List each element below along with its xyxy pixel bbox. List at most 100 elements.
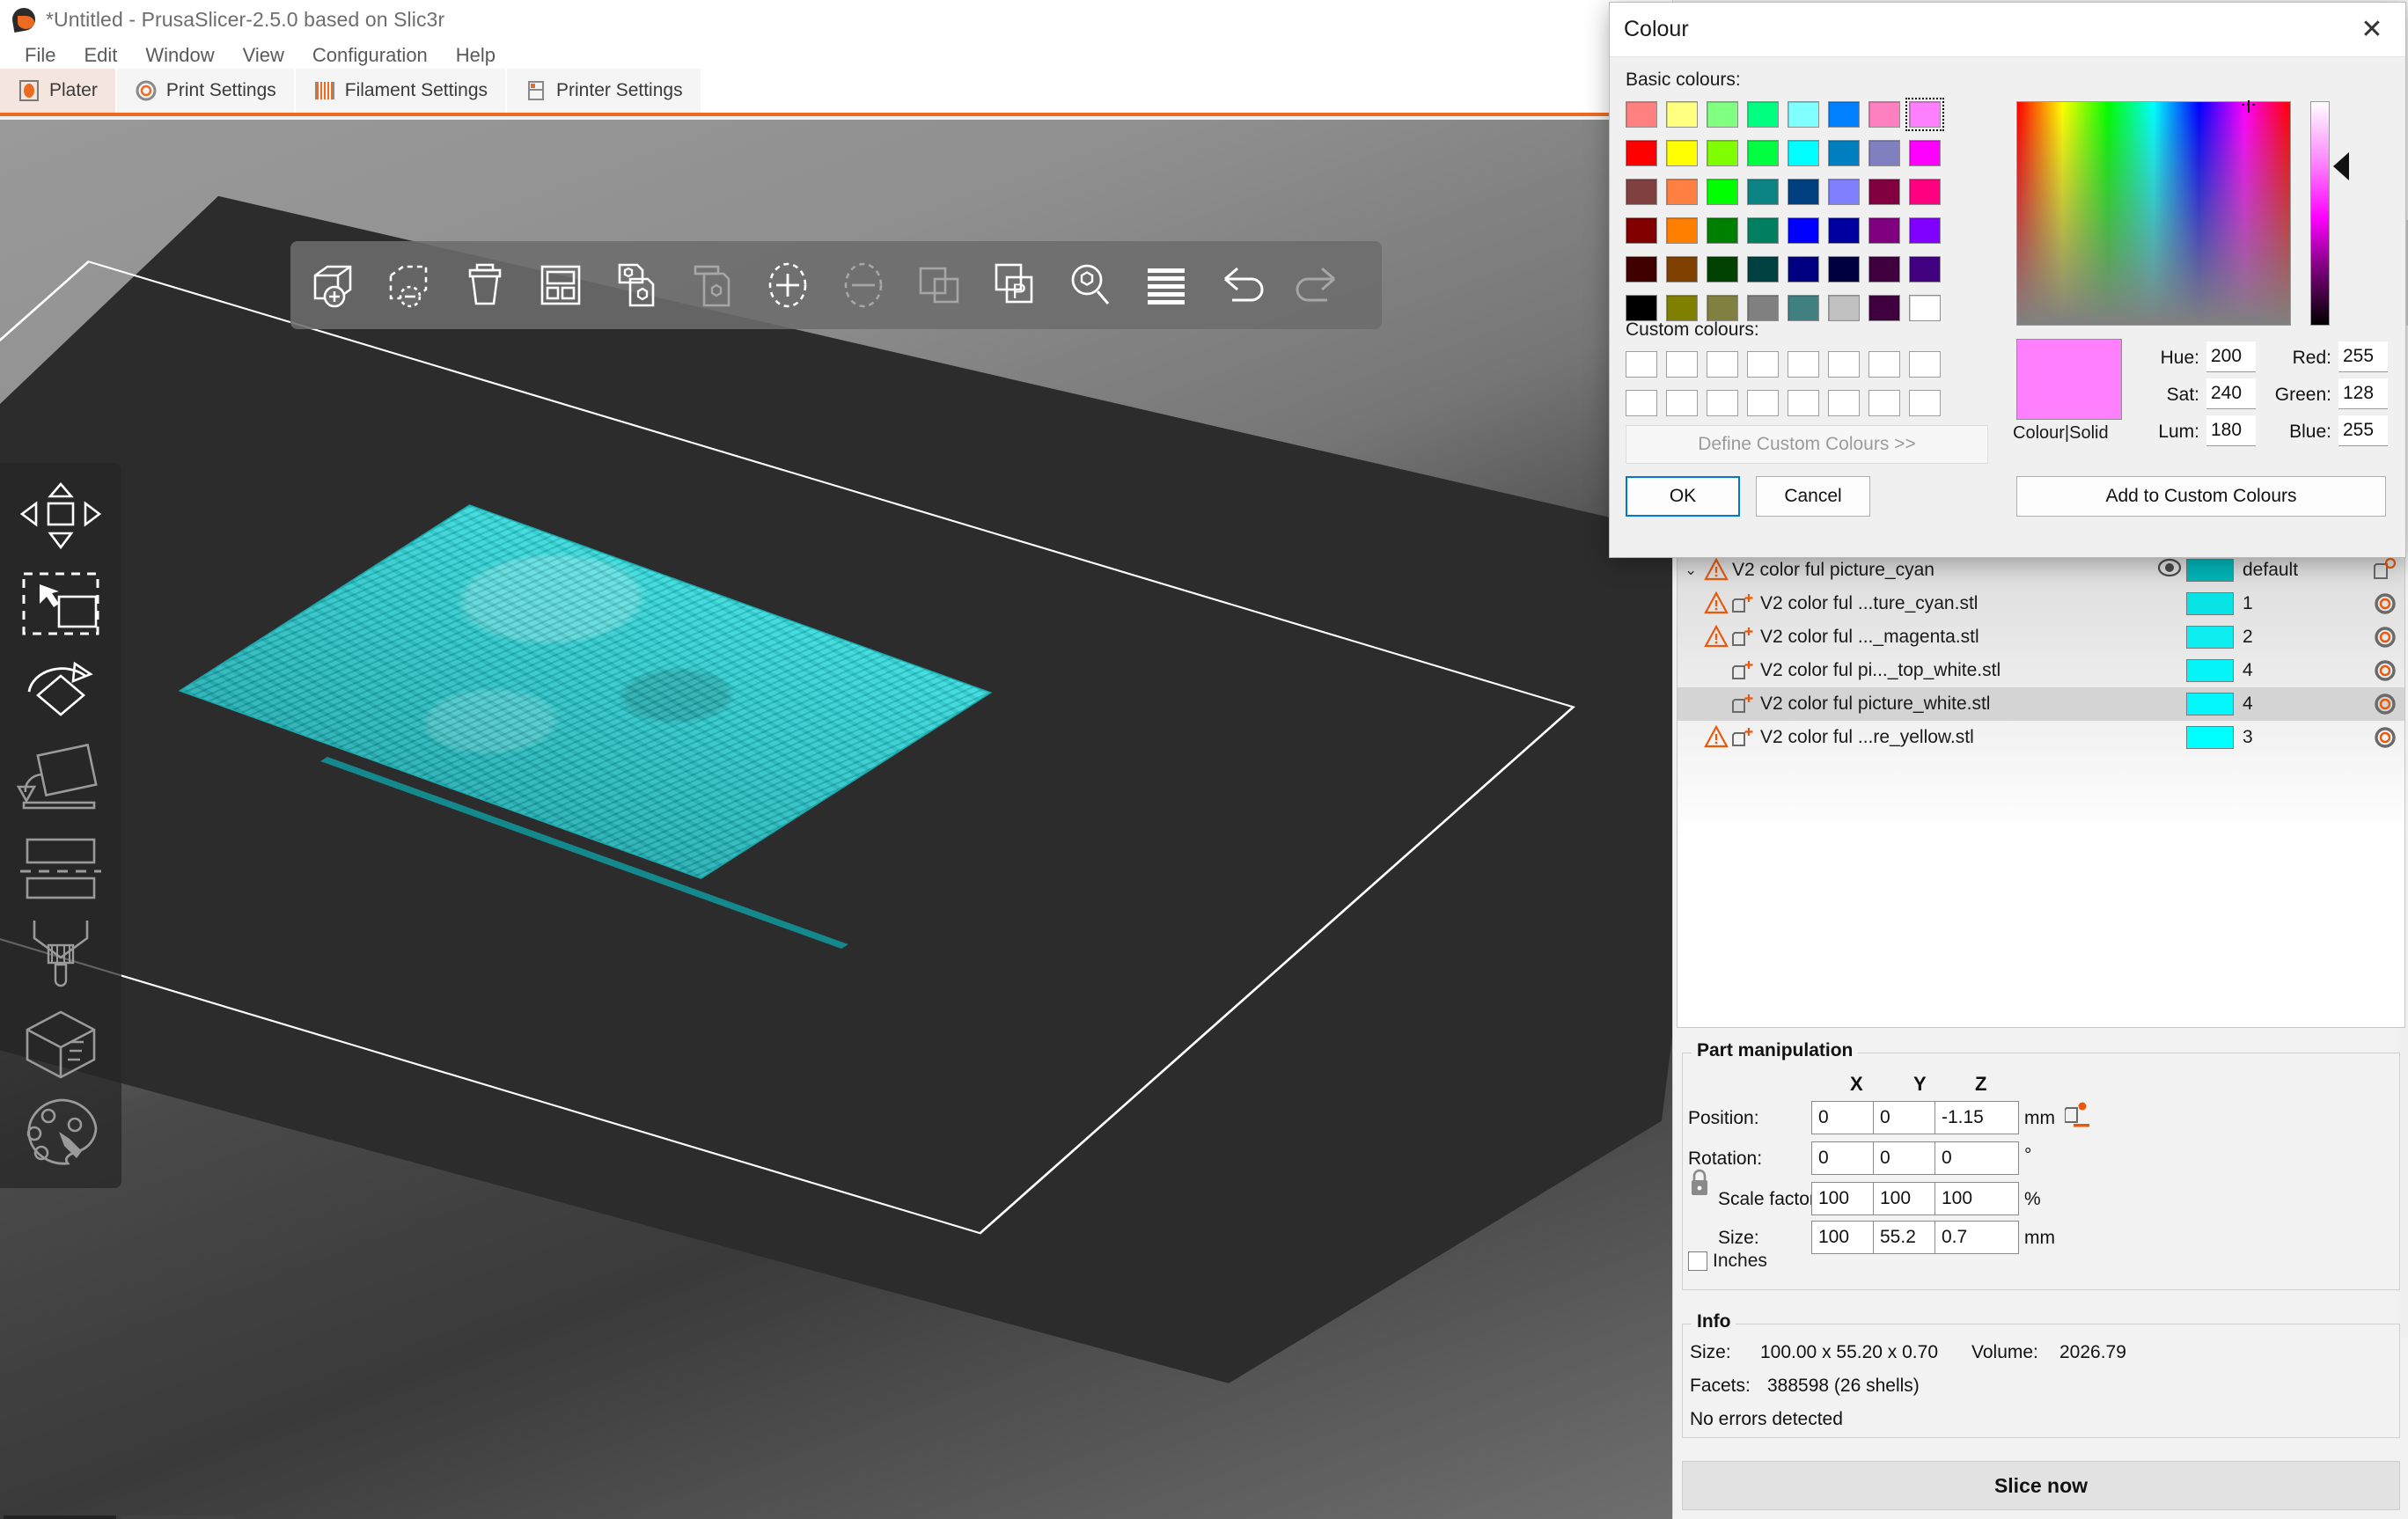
green-input[interactable]: 128: [2338, 378, 2388, 409]
basic-colour-swatch[interactable]: [1868, 256, 1900, 283]
extruder-value[interactable]: default: [2234, 560, 2366, 581]
part-settings-gear-icon[interactable]: [2366, 725, 2404, 750]
inches-checkbox[interactable]: [1688, 1251, 1707, 1271]
custom-colour-swatch[interactable]: [1707, 351, 1738, 378]
close-icon[interactable]: ✕: [2353, 14, 2391, 45]
search-icon[interactable]: [1053, 246, 1128, 325]
custom-colour-swatch[interactable]: [1868, 390, 1900, 416]
editor-view-button[interactable]: [4, 1515, 116, 1519]
part-settings-gear-icon[interactable]: [2366, 625, 2404, 649]
basic-colour-swatch[interactable]: [1788, 256, 1819, 283]
custom-colour-swatch[interactable]: [1828, 390, 1860, 416]
basic-colour-swatch[interactable]: [1909, 179, 1941, 205]
tab-printer-settings[interactable]: Printer Settings: [507, 69, 702, 113]
basic-colour-swatch[interactable]: [1626, 217, 1657, 244]
menu-help[interactable]: Help: [442, 41, 510, 70]
menu-window[interactable]: Window: [131, 41, 228, 70]
sat-input[interactable]: 240: [2206, 378, 2256, 409]
basic-colour-swatch[interactable]: [1707, 101, 1738, 128]
part-settings-gear-icon[interactable]: [2366, 658, 2404, 683]
custom-colour-swatch[interactable]: [1909, 351, 1941, 378]
inches-checkbox-row[interactable]: Inches: [1688, 1251, 1767, 1272]
basic-colour-swatch[interactable]: [1707, 179, 1738, 205]
basic-colour-swatch[interactable]: [1626, 101, 1657, 128]
define-custom-colours-button[interactable]: Define Custom Colours >>: [1626, 425, 1988, 464]
basic-colour-swatch[interactable]: [1909, 256, 1941, 283]
basic-colour-swatch[interactable]: [1868, 295, 1900, 321]
basic-colour-swatch[interactable]: [1666, 101, 1698, 128]
extruder-value[interactable]: 2: [2234, 627, 2366, 648]
basic-colour-swatch[interactable]: [1666, 256, 1698, 283]
custom-colour-swatch[interactable]: [1747, 351, 1779, 378]
table-row[interactable]: V2 color ful ...re_yellow.stl 3: [1678, 721, 2404, 754]
basic-colour-swatch[interactable]: [1747, 179, 1779, 205]
basic-colour-swatch[interactable]: [1626, 179, 1657, 205]
delete-object-icon[interactable]: [371, 246, 447, 325]
custom-colour-swatch[interactable]: [1747, 390, 1779, 416]
basic-colour-swatch[interactable]: [1868, 179, 1900, 205]
custom-colour-swatch[interactable]: [1626, 390, 1657, 416]
basic-colour-swatch[interactable]: [1788, 217, 1819, 244]
cancel-button[interactable]: Cancel: [1756, 476, 1870, 517]
basic-colour-swatch[interactable]: [1909, 101, 1941, 128]
custom-colour-swatch[interactable]: [1868, 351, 1900, 378]
hue-input[interactable]: 200: [2206, 341, 2256, 372]
size-z-input[interactable]: 0.7: [1934, 1221, 2019, 1254]
table-row[interactable]: V2 color ful picture_white.stl 4: [1678, 687, 2404, 721]
luminosity-slider-arrow-icon[interactable]: [2333, 152, 2349, 180]
mmu-paint-gizmo-icon[interactable]: [0, 1088, 121, 1176]
table-row[interactable]: V2 color ful ..._magenta.stl 2: [1678, 620, 2404, 654]
menu-configuration[interactable]: Configuration: [298, 41, 442, 70]
add-instance-icon[interactable]: [750, 246, 826, 325]
add-object-icon[interactable]: [296, 246, 371, 325]
colour-spectrum[interactable]: [2016, 101, 2291, 326]
basic-colour-swatch[interactable]: [1747, 101, 1779, 128]
basic-colour-swatch[interactable]: [1788, 295, 1819, 321]
basic-colour-swatch[interactable]: [1707, 256, 1738, 283]
custom-colour-swatch[interactable]: [1828, 351, 1860, 378]
eye-icon[interactable]: [2156, 557, 2186, 583]
split-to-parts-icon[interactable]: P: [977, 246, 1053, 325]
basic-colour-swatch[interactable]: [1828, 256, 1860, 283]
place-on-face-gizmo-icon[interactable]: [0, 736, 121, 824]
support-paint-gizmo-icon[interactable]: [0, 912, 121, 1000]
add-to-custom-colours-button[interactable]: Add to Custom Colours: [2016, 476, 2386, 517]
custom-colour-swatch[interactable]: [1707, 390, 1738, 416]
part-settings-gear-icon[interactable]: [2366, 591, 2404, 616]
slice-now-button[interactable]: Slice now: [1682, 1461, 2400, 1510]
arrange-icon[interactable]: [523, 246, 598, 325]
basic-colour-swatch[interactable]: [1666, 217, 1698, 244]
menu-edit[interactable]: Edit: [70, 41, 131, 70]
expand-chevron-icon[interactable]: ⌄: [1685, 561, 1704, 579]
undo-icon[interactable]: [1204, 246, 1280, 325]
basic-colour-swatch[interactable]: [1868, 217, 1900, 244]
basic-colour-swatch[interactable]: [1828, 295, 1860, 321]
delete-all-icon[interactable]: [447, 246, 523, 325]
blue-input[interactable]: 255: [2338, 415, 2388, 446]
3d-viewport[interactable]: P: [0, 120, 1672, 1519]
basic-colour-swatch[interactable]: [1666, 179, 1698, 205]
basic-colour-swatch[interactable]: [1868, 140, 1900, 166]
scale-z-input[interactable]: 100: [1934, 1182, 2019, 1215]
table-row[interactable]: V2 color ful pi..._top_white.stl 4: [1678, 654, 2404, 687]
custom-colour-swatch[interactable]: [1788, 390, 1819, 416]
custom-colour-swatch[interactable]: [1788, 351, 1819, 378]
extruder-value[interactable]: 3: [2234, 727, 2366, 748]
menu-view[interactable]: View: [229, 41, 298, 70]
custom-colour-swatch[interactable]: [1909, 390, 1941, 416]
basic-colour-swatch[interactable]: [1828, 217, 1860, 244]
tab-plater[interactable]: Plater: [0, 69, 117, 113]
basic-colour-swatch[interactable]: [1626, 140, 1657, 166]
basic-colour-swatch[interactable]: [1707, 140, 1738, 166]
basic-colour-swatch[interactable]: [1828, 101, 1860, 128]
rotate-gizmo-icon[interactable]: [0, 648, 121, 736]
basic-colour-swatch[interactable]: [1747, 217, 1779, 244]
basic-colour-swatch[interactable]: [1666, 140, 1698, 166]
seam-paint-gizmo-icon[interactable]: [0, 1000, 121, 1088]
red-input[interactable]: 255: [2338, 341, 2388, 372]
uniform-scale-lock-icon[interactable]: [1688, 1168, 1711, 1198]
custom-colour-swatch[interactable]: [1626, 351, 1657, 378]
preview-view-button[interactable]: [121, 1515, 234, 1519]
basic-colour-swatch[interactable]: [1828, 140, 1860, 166]
basic-colour-swatch[interactable]: [1626, 256, 1657, 283]
